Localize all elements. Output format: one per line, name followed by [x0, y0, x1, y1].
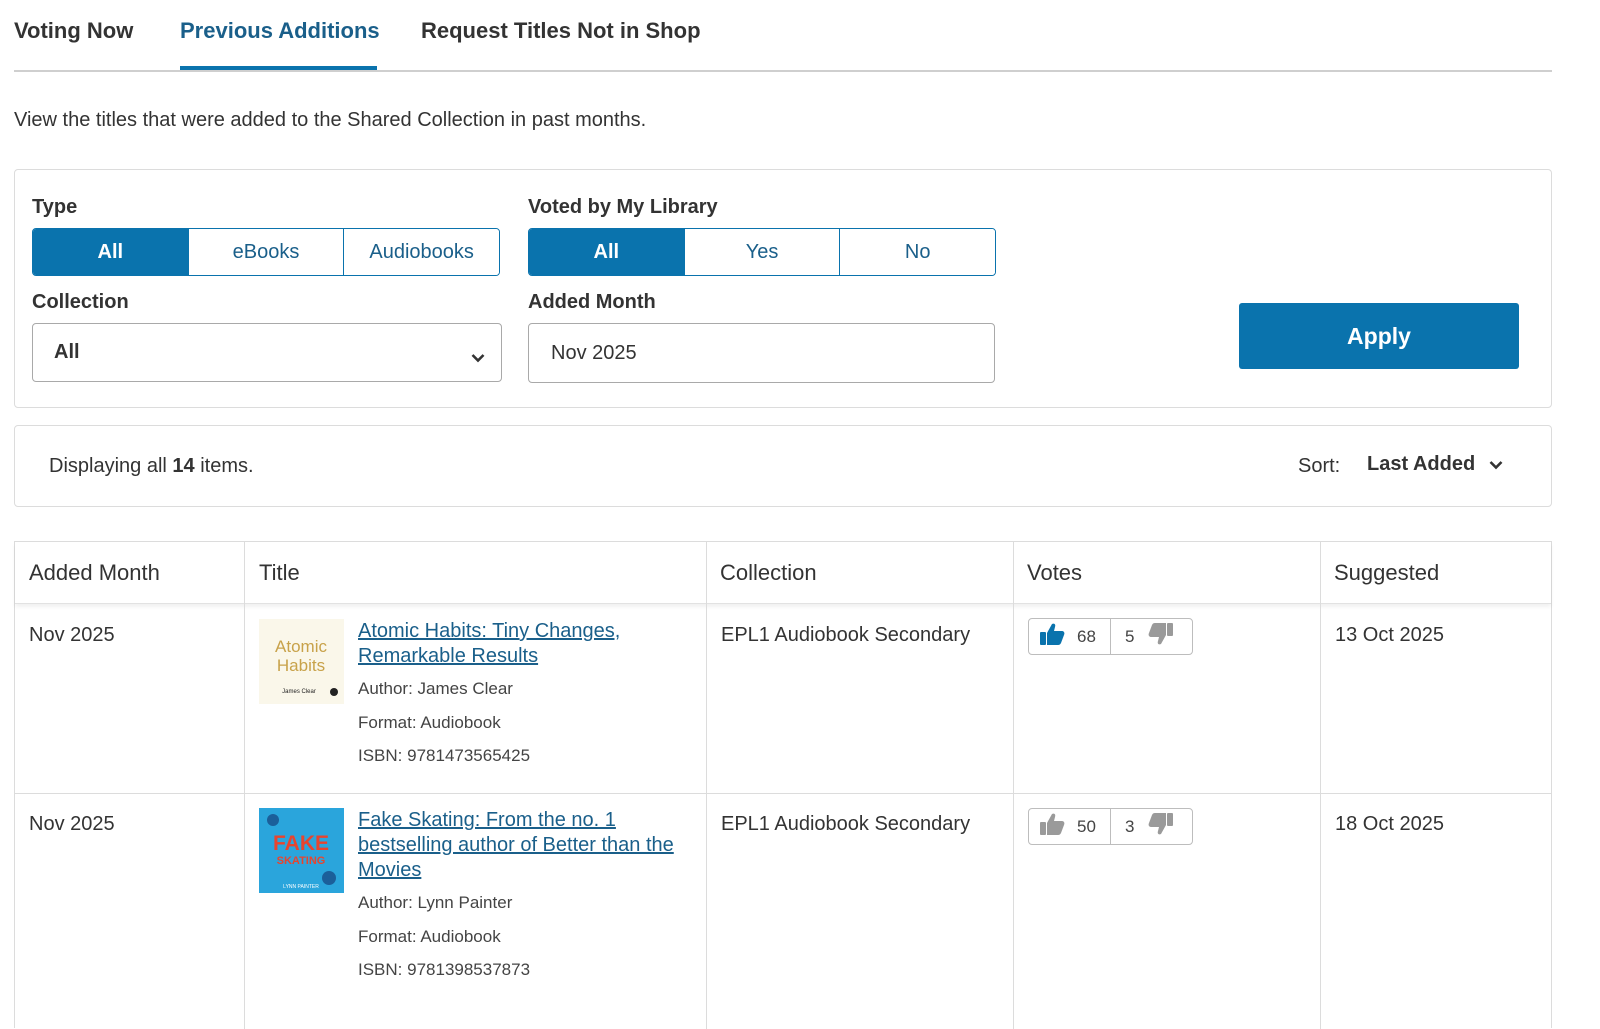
voted-all-button[interactable]: All: [529, 229, 685, 275]
results-prefix: Displaying all: [49, 455, 167, 477]
cover-title-line-2: SKATING: [277, 855, 326, 867]
vote-down-count: 5: [1125, 626, 1135, 646]
thumbs-up-icon: [1039, 812, 1065, 841]
book-cover[interactable]: FAKE SKATING LYNN PAINTER: [259, 808, 344, 893]
book-format: Format: Audiobook: [358, 927, 501, 946]
voted-no-button[interactable]: No: [840, 229, 995, 275]
thumbs-down-icon: [1148, 812, 1174, 841]
added-month-input[interactable]: [528, 323, 995, 383]
cover-title-line-2: Habits: [277, 656, 325, 675]
row-added-month: Nov 2025: [29, 813, 115, 835]
book-title-link[interactable]: Atomic Habits: Tiny Changes, Remarkable …: [358, 619, 703, 669]
book-format: Format: Audiobook: [358, 713, 501, 732]
tab-previous-additions[interactable]: Previous Additions: [180, 18, 380, 44]
cover-author: LYNN PAINTER: [283, 884, 319, 890]
cover-author: James Clear: [282, 689, 316, 695]
tab-request-titles[interactable]: Request Titles Not in Shop: [421, 18, 701, 44]
row-suggested-date: 13 Oct 2025: [1335, 624, 1444, 646]
collection-select-value: All: [54, 341, 80, 363]
voted-segmented-control: All Yes No: [528, 228, 996, 276]
type-all-button[interactable]: All: [33, 229, 189, 275]
voted-yes-button[interactable]: Yes: [684, 229, 841, 275]
sort-select[interactable]: Last Added: [1367, 453, 1503, 476]
chevron-down-icon: [471, 346, 485, 369]
apply-button[interactable]: Apply: [1239, 303, 1519, 369]
tab-voting-now[interactable]: Voting Now: [14, 18, 133, 44]
results-suffix: items.: [200, 455, 254, 477]
active-tab-indicator: [180, 66, 377, 70]
row-collection: EPL1 Audiobook Secondary: [721, 624, 971, 646]
row-added-month: Nov 2025: [29, 624, 115, 646]
cover-title-line-1: Atomic: [275, 637, 327, 656]
results-bar: Displaying all 14 items. Sort: Last Adde…: [14, 425, 1552, 507]
vote-down-button[interactable]: 3: [1111, 809, 1192, 844]
type-ebooks-button[interactable]: eBooks: [188, 229, 345, 275]
results-count-text: Displaying all 14 items.: [49, 455, 254, 478]
book-author: Author: James Clear: [358, 679, 513, 698]
sort-label: Sort:: [1298, 455, 1341, 477]
votes-widget: 68 5: [1028, 618, 1193, 655]
book-cover[interactable]: Atomic Habits James Clear: [259, 619, 344, 704]
results-count: 14: [172, 455, 195, 477]
collection-select[interactable]: All: [32, 323, 502, 382]
header-added-month[interactable]: Added Month: [15, 542, 160, 604]
chevron-down-icon: [1489, 453, 1503, 476]
table-row: Nov 2025 FAKE SKATING LYNN PAINTER Fake …: [15, 794, 1551, 1029]
added-month-label: Added Month: [528, 291, 656, 313]
book-isbn: ISBN: 9781473565425: [358, 746, 531, 765]
header-votes[interactable]: Votes: [1013, 542, 1082, 604]
vote-down-button[interactable]: 5: [1111, 619, 1192, 654]
thumbs-up-icon: [1039, 622, 1065, 651]
book-title-link[interactable]: Fake Skating: From the no. 1 bestselling…: [358, 808, 703, 883]
collection-label: Collection: [32, 291, 129, 313]
type-audiobooks-button[interactable]: Audiobooks: [344, 229, 499, 275]
vote-up-count: 50: [1077, 816, 1096, 836]
thumbs-down-icon: [1148, 622, 1174, 651]
row-collection: EPL1 Audiobook Secondary: [721, 813, 971, 835]
type-segmented-control: All eBooks Audiobooks: [32, 228, 500, 276]
votes-widget: 50 3: [1028, 808, 1193, 845]
voted-label: Voted by My Library: [528, 196, 718, 218]
vote-up-button[interactable]: 50: [1029, 809, 1111, 844]
type-label: Type: [32, 196, 78, 218]
additions-table: Added Month Title Collection Votes Sugge…: [14, 541, 1552, 1029]
vote-up-count: 68: [1077, 626, 1096, 646]
header-collection[interactable]: Collection: [706, 542, 817, 604]
vote-up-button[interactable]: 68: [1029, 619, 1111, 654]
row-suggested-date: 18 Oct 2025: [1335, 813, 1444, 835]
table-row: Nov 2025 Atomic Habits James Clear Atomi…: [15, 604, 1551, 793]
tab-bar: Voting Now Previous Additions Request Ti…: [14, 0, 1552, 72]
header-title[interactable]: Title: [245, 542, 300, 604]
header-suggested[interactable]: Suggested: [1320, 542, 1439, 604]
cover-title-line-1: FAKE: [273, 832, 329, 855]
vote-down-count: 3: [1125, 816, 1135, 836]
book-isbn: ISBN: 9781398537873: [358, 960, 531, 979]
sort-select-value: Last Added: [1367, 453, 1476, 475]
intro-text: View the titles that were added to the S…: [14, 109, 647, 131]
book-author: Author: Lynn Painter: [358, 893, 513, 912]
